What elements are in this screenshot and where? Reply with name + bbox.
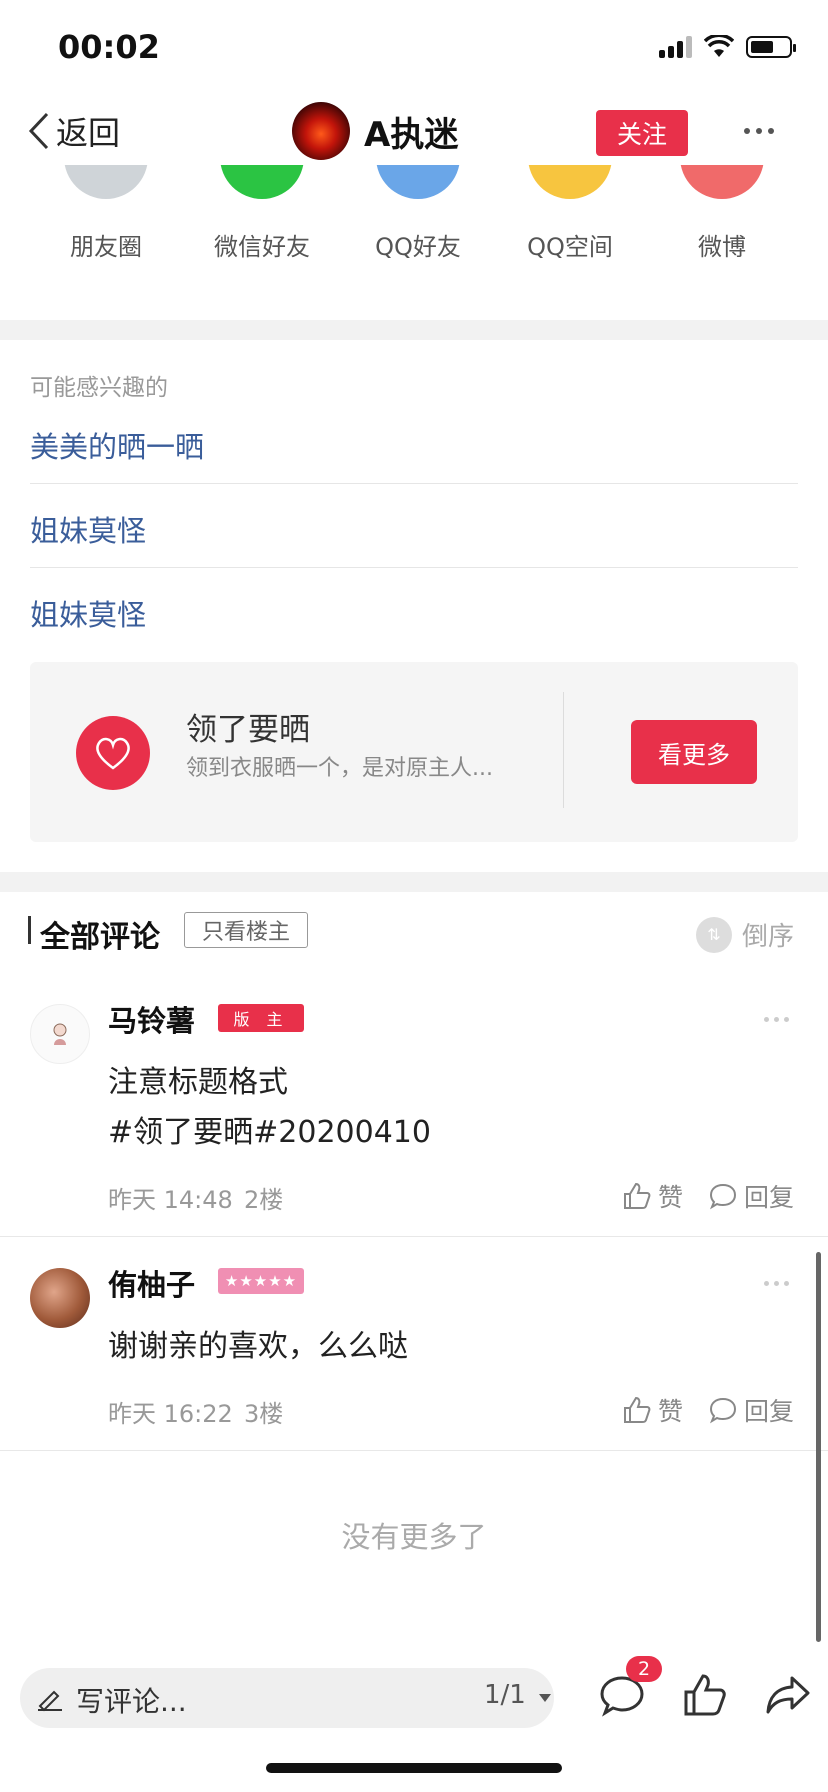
comment-text: 注意标题格式 — [108, 1065, 288, 1100]
avatar[interactable] — [30, 1004, 90, 1064]
back-button[interactable]: 返回 — [28, 108, 120, 154]
avatar[interactable] — [30, 1268, 90, 1328]
only-host-button[interactable]: 只看楼主 — [184, 912, 308, 948]
comment-time: 昨天 16:22 — [108, 1400, 233, 1428]
like-button[interactable]: 赞 — [622, 1178, 683, 1214]
comment-author[interactable]: 马铃薯 — [108, 998, 195, 1040]
like-label: 赞 — [658, 1183, 684, 1212]
wifi-icon — [704, 35, 734, 57]
nav-user[interactable]: A执迷 — [292, 102, 458, 160]
share-weibo[interactable]: 微博 — [652, 165, 792, 262]
reply-label: 回复 — [744, 1397, 795, 1426]
divider — [30, 567, 798, 568]
share-row: 朋友圈 微信好友 QQ好友 QQ空间 微博 — [0, 165, 828, 285]
back-label: 返回 — [56, 114, 121, 152]
divider — [0, 1236, 828, 1237]
chat-bubble-icon — [709, 1183, 737, 1210]
see-more-button[interactable]: 看更多 — [631, 720, 757, 784]
status-icons — [659, 34, 796, 60]
title-marker — [28, 916, 31, 944]
card-divider — [563, 692, 564, 808]
divider — [0, 1450, 828, 1451]
battery-icon — [746, 36, 796, 58]
heart-icon — [76, 716, 150, 790]
card-desc: 领到衣服晒一个，是对原主人... — [186, 756, 493, 781]
share-moments[interactable]: 朋友圈 — [36, 165, 176, 262]
page-indicator[interactable]: 1/1 — [484, 1680, 552, 1710]
thumbs-up-icon — [624, 1396, 651, 1423]
share-qq[interactable]: QQ好友 — [348, 165, 488, 262]
section-separator — [0, 872, 828, 892]
avatar — [292, 102, 350, 160]
thumbs-up-icon[interactable] — [682, 1672, 728, 1718]
comment-text: #领了要晒#20200410 — [108, 1115, 431, 1150]
chevron-left-icon — [28, 112, 49, 150]
comment-time: 昨天 14:48 — [108, 1186, 233, 1214]
sort-icon: ⇅ — [696, 916, 732, 953]
caret-down-icon — [539, 1694, 552, 1702]
wechat-icon — [220, 165, 304, 199]
interest-title: 可能感兴趣的 — [30, 375, 168, 401]
nav-user-name: A执迷 — [364, 114, 459, 155]
scrollbar[interactable] — [816, 1252, 821, 1642]
section-separator — [0, 320, 828, 340]
chat-bubble-icon — [709, 1397, 737, 1424]
status-time: 00:02 — [58, 28, 160, 66]
share-wechat[interactable]: 微信好友 — [192, 165, 332, 262]
comment-more-icon[interactable] — [764, 1017, 789, 1022]
comment-more-icon[interactable] — [764, 1281, 789, 1286]
comment-author[interactable]: 侑柚子 — [108, 1262, 195, 1304]
interest-item[interactable]: 姐妹莫怪 — [30, 508, 798, 550]
weibo-icon — [680, 165, 764, 199]
page-indicator-label: 1/1 — [484, 1680, 526, 1710]
level-badge: ★★★★★ — [218, 1268, 304, 1294]
comment-text: 谢谢亲的喜欢，么么哒 — [108, 1329, 408, 1364]
order-toggle[interactable]: ⇅ 倒序 — [696, 916, 794, 953]
interest-item[interactable]: 姐妹莫怪 — [30, 592, 798, 634]
qzone-icon — [528, 165, 612, 199]
pencil-icon — [38, 1690, 62, 1712]
share-label: QQ好友 — [375, 233, 461, 261]
share-qzone[interactable]: QQ空间 — [500, 165, 640, 262]
comment-count-badge: 2 — [626, 1656, 662, 1682]
more-icon[interactable] — [744, 128, 774, 134]
share-label: 朋友圈 — [70, 233, 142, 261]
follow-button[interactable]: 关注 — [596, 110, 688, 156]
card-title: 领了要晒 — [186, 712, 310, 748]
home-indicator[interactable] — [266, 1763, 562, 1773]
comment-floor: 3楼 — [244, 1400, 284, 1428]
signal-icon — [659, 36, 692, 58]
comments-title: 全部评论 — [40, 920, 160, 955]
share-icon[interactable] — [764, 1672, 812, 1718]
moments-icon — [64, 165, 148, 199]
share-label: 微博 — [698, 233, 746, 261]
interest-item[interactable]: 美美的晒一晒 — [30, 424, 798, 466]
qq-icon — [376, 165, 460, 199]
reply-button[interactable]: 回复 — [708, 1392, 794, 1428]
order-label: 倒序 — [742, 922, 795, 952]
like-button[interactable]: 赞 — [622, 1392, 683, 1428]
share-label: 微信好友 — [214, 233, 310, 261]
reply-label: 回复 — [744, 1183, 795, 1212]
no-more-text: 没有更多了 — [341, 1520, 487, 1554]
thumbs-up-icon — [624, 1182, 651, 1209]
reply-button[interactable]: 回复 — [708, 1178, 794, 1214]
comment-floor: 2楼 — [244, 1186, 284, 1214]
like-label: 赞 — [658, 1397, 684, 1426]
moderator-badge: 版 主 — [218, 1004, 304, 1032]
comment-placeholder[interactable]: 写评论... — [76, 1680, 187, 1720]
divider — [30, 483, 798, 484]
share-label: QQ空间 — [527, 233, 613, 261]
